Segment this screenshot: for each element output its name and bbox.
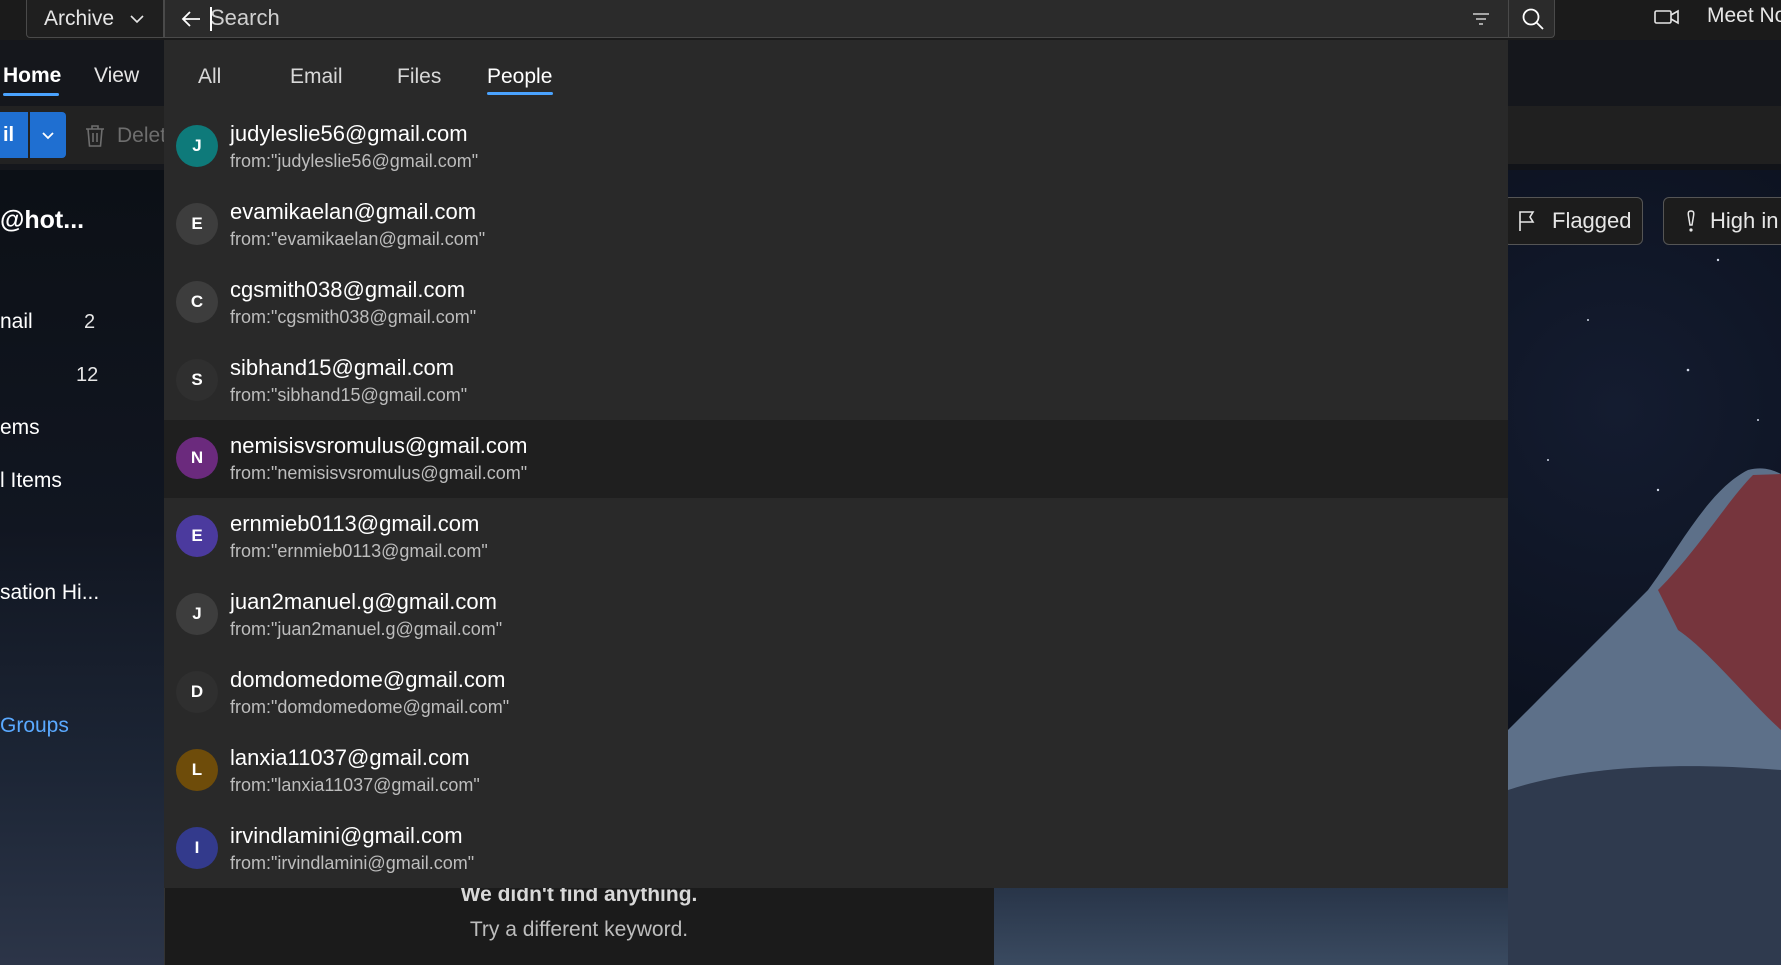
high-importance-label: High in [1710, 208, 1779, 233]
new-mail-dropdown-button[interactable] [30, 112, 66, 158]
search-icon [1522, 8, 1544, 30]
people-result-row[interactable]: I irvindlamini@gmail.com from:"irvindlam… [164, 810, 1508, 888]
result-query: from:"domdomedome@gmail.com" [230, 697, 510, 717]
folder-item[interactable]: ems [0, 416, 40, 440]
people-result-row[interactable]: S sibhand15@gmail.com from:"sibhand15@gm… [164, 342, 1508, 420]
flagged-filter-button[interactable]: Flagged [1503, 197, 1643, 245]
result-email: domdomedome@gmail.com [230, 667, 506, 692]
result-email: judyleslie56@gmail.com [230, 121, 468, 146]
avatar: E [176, 515, 218, 557]
active-tab-indicator [3, 93, 59, 96]
people-result-row[interactable]: L lanxia11037@gmail.com from:"lanxia1103… [164, 732, 1508, 810]
people-result-row[interactable]: N nemisisvsromulus@gmail.com from:"nemis… [164, 420, 1508, 498]
folder-item[interactable]: sation Hi... [0, 581, 99, 605]
unread-count: 2 [84, 311, 96, 333]
avatar: N [176, 437, 218, 479]
folder-pane [0, 170, 164, 965]
avatar: J [176, 593, 218, 635]
result-email: irvindlamini@gmail.com [230, 823, 463, 848]
trash-icon[interactable] [84, 124, 106, 148]
result-query: from:"evamikaelan@gmail.com" [230, 229, 486, 249]
result-query: from:"sibhand15@gmail.com" [230, 385, 468, 405]
result-query: from:"lanxia11037@gmail.com" [230, 775, 480, 795]
chevron-down-icon [42, 132, 54, 140]
people-result-row[interactable]: J juan2manuel.g@gmail.com from:"juan2man… [164, 576, 1508, 654]
result-query: from:"irvindlamini@gmail.com" [230, 853, 475, 873]
search-input[interactable] [210, 3, 1460, 33]
high-importance-filter-button[interactable]: High in [1663, 197, 1781, 245]
tab-all[interactable]: All [198, 65, 221, 89]
people-result-row[interactable]: D domdomedome@gmail.com from:"domdomedom… [164, 654, 1508, 732]
active-tab-indicator [487, 92, 553, 95]
empty-state-subtitle: Try a different keyword. [469, 918, 689, 941]
result-query: from:"ernmieb0113@gmail.com" [230, 541, 488, 561]
flagged-label: Flagged [1552, 208, 1632, 233]
result-query: from:"juan2manuel.g@gmail.com" [230, 619, 503, 639]
folder-item[interactable]: l Items [0, 469, 62, 493]
background-wallpaper [1508, 170, 1781, 965]
delete-button[interactable]: Delet [117, 124, 166, 148]
avatar: S [176, 359, 218, 401]
result-query: from:"judyleslie56@gmail.com" [230, 151, 479, 171]
folder-item[interactable]: nail [0, 310, 33, 334]
new-mail-label: il [3, 123, 15, 146]
flag-icon [1519, 211, 1535, 231]
avatar: J [176, 125, 218, 167]
filter-icon[interactable] [1470, 8, 1492, 30]
text-cursor [210, 7, 212, 31]
avatar: C [176, 281, 218, 323]
meet-now-button[interactable]: Meet No [1707, 4, 1781, 28]
quick-filter-bar [1508, 106, 1781, 164]
video-camera-icon[interactable] [1654, 7, 1680, 27]
result-email: evamikaelan@gmail.com [230, 199, 477, 224]
tab-people[interactable]: People [487, 65, 552, 89]
avatar: L [176, 749, 218, 791]
back-arrow-icon[interactable] [180, 8, 202, 30]
result-email: nemisisvsromulus@gmail.com [230, 433, 528, 458]
result-query: from:"cgsmith038@gmail.com" [230, 307, 477, 327]
folder-scope-dropdown[interactable]: Archive [26, 0, 164, 38]
exclamation-icon [1687, 210, 1695, 232]
result-email: juan2manuel.g@gmail.com [230, 589, 497, 614]
tab-files[interactable]: Files [397, 65, 441, 89]
avatar: D [176, 671, 218, 713]
result-email: ernmieb0113@gmail.com [230, 511, 480, 536]
tab-view[interactable]: View [94, 64, 139, 88]
result-email: lanxia11037@gmail.com [230, 745, 470, 770]
result-email: cgsmith038@gmail.com [230, 277, 466, 302]
people-result-row[interactable]: C cgsmith038@gmail.com from:"cgsmith038@… [164, 264, 1508, 342]
unread-count: 12 [76, 364, 99, 386]
search-button[interactable] [1508, 0, 1556, 37]
avatar: E [176, 203, 218, 245]
chevron-down-icon [130, 14, 144, 23]
people-result-row[interactable]: J judyleslie56@gmail.com from:"judylesli… [164, 108, 1508, 186]
groups-link[interactable]: Groups [0, 714, 69, 738]
mountain-illustration [1508, 209, 1781, 965]
tab-home[interactable]: Home [3, 64, 61, 88]
folder-scope-label: Archive [44, 6, 115, 30]
new-mail-button[interactable]: il [0, 112, 28, 158]
people-result-row[interactable]: E ernmieb0113@gmail.com from:"ernmieb011… [164, 498, 1508, 576]
result-email: sibhand15@gmail.com [230, 355, 455, 380]
result-query: from:"nemisisvsromulus@gmail.com" [230, 463, 528, 483]
account-name[interactable]: @hot... [0, 206, 84, 235]
people-result-row[interactable]: E evamikaelan@gmail.com from:"evamikaela… [164, 186, 1508, 264]
tab-email[interactable]: Email [290, 65, 343, 89]
avatar: I [176, 827, 218, 869]
